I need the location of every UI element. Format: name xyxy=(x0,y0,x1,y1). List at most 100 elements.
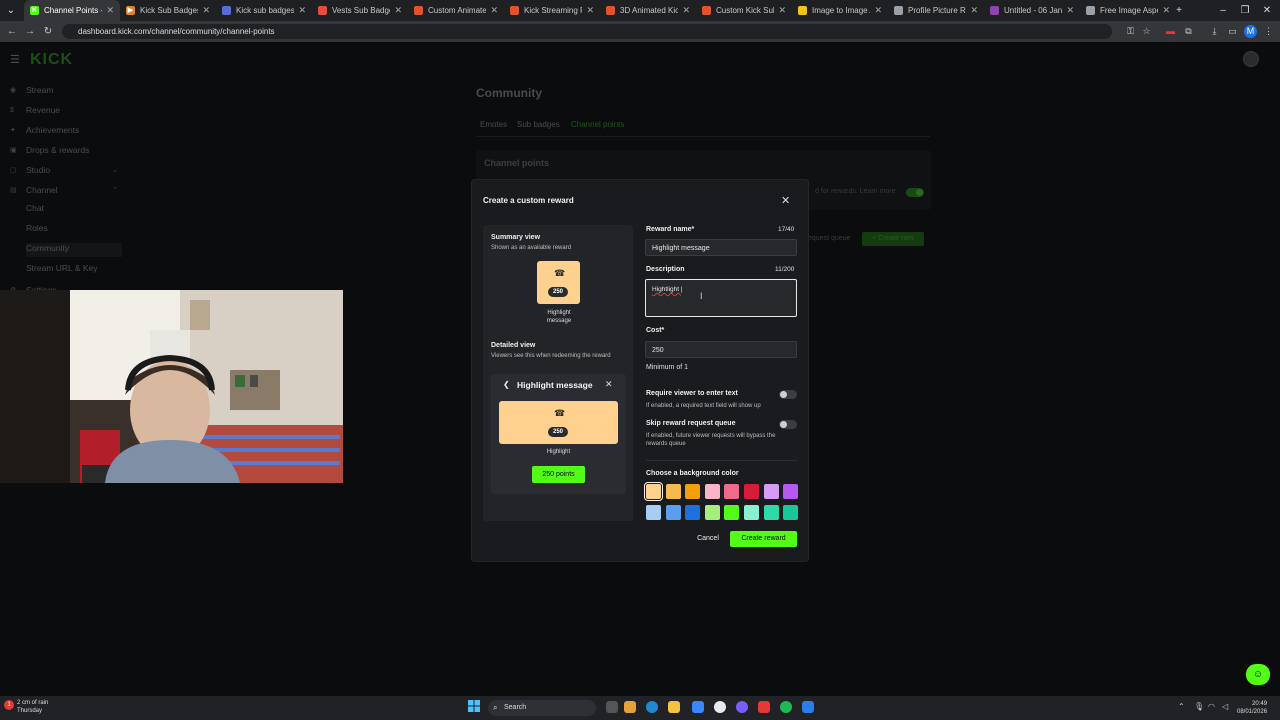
description-input[interactable]: Hightlight | xyxy=(645,279,797,317)
color-swatch[interactable] xyxy=(783,484,799,499)
kick-logo[interactable]: KICK xyxy=(30,51,73,69)
avatar[interactable] xyxy=(1243,51,1259,67)
color-swatch[interactable] xyxy=(744,484,759,499)
browser-tab[interactable]: 3D Animated Kick Ale✕ xyxy=(600,0,696,21)
color-swatch[interactable] xyxy=(724,484,740,499)
request-queue-label[interactable]: equest queue xyxy=(808,235,850,242)
browser-tab[interactable]: Kick Streaming Follow ✕ xyxy=(504,0,600,21)
minimize-icon[interactable]: – xyxy=(1212,0,1234,21)
wifi-icon[interactable]: ◠ xyxy=(1208,702,1215,711)
require-text-toggle[interactable] xyxy=(779,390,797,399)
channel-points-toggle[interactable] xyxy=(906,188,924,197)
color-swatch[interactable] xyxy=(744,505,759,520)
browser-tab[interactable]: Vests Sub Badges, Em ✕ xyxy=(312,0,408,21)
download-icon[interactable]: ⤓ xyxy=(1208,25,1221,38)
store-icon[interactable] xyxy=(692,701,704,713)
windows-start-icon[interactable] xyxy=(468,700,480,712)
tab-close-icon[interactable]: ✕ xyxy=(970,5,978,16)
tab-channel-points[interactable]: Channel points xyxy=(571,120,624,129)
tab-close-icon[interactable]: ✕ xyxy=(778,5,786,16)
color-swatch[interactable] xyxy=(685,484,701,499)
new-tab-icon[interactable]: + xyxy=(1168,0,1190,21)
folder-icon[interactable] xyxy=(668,701,680,713)
create-reward-button[interactable]: Create reward xyxy=(730,531,797,547)
cost-input[interactable]: 250 xyxy=(645,341,797,358)
maximize-icon[interactable]: ❐ xyxy=(1234,0,1256,21)
browser-tab[interactable]: ▶ Kick Sub Badges / Loy✕ xyxy=(120,0,216,21)
app-icon[interactable] xyxy=(736,701,748,713)
color-swatch[interactable] xyxy=(644,482,663,501)
sidebar-item-drops-rewards[interactable]: ▣ Drops & rewards xyxy=(10,143,122,157)
sidebar-item-achievements[interactable]: ✦ Achievements xyxy=(10,123,122,137)
color-swatch[interactable] xyxy=(704,484,720,499)
extensions-icon[interactable]: ⧉ xyxy=(1182,25,1195,38)
chevron-icon[interactable]: ⌃ xyxy=(112,186,118,194)
color-swatch[interactable] xyxy=(704,505,720,520)
chrome-icon[interactable] xyxy=(714,701,726,713)
browser-tab[interactable]: Untitled - 06 January✕ xyxy=(984,0,1080,21)
edge-icon[interactable] xyxy=(646,701,658,713)
reload-icon[interactable]: ↻ xyxy=(40,21,56,42)
tab-menu-icon[interactable]: ⌄ xyxy=(0,0,22,21)
color-swatch[interactable] xyxy=(783,505,799,520)
browser-tab[interactable]: Image to Image AI St ✕ xyxy=(792,0,888,21)
weather-widget[interactable]: 2 cm of rain Thursday xyxy=(17,699,48,715)
forward-icon[interactable]: → xyxy=(22,21,38,42)
sidebar-item-channel[interactable]: ▤ Channel ⌃ xyxy=(10,183,122,197)
browser-tab[interactable]: Free Image Aspect Ra✕ xyxy=(1080,0,1176,21)
sidebar-item-stream[interactable]: ◉ Stream xyxy=(10,83,122,97)
weather-alert-icon[interactable]: 1 xyxy=(4,700,14,710)
tab-close-icon[interactable]: ✕ xyxy=(682,5,690,16)
extension-icon[interactable]: ▬ xyxy=(1164,25,1177,38)
color-swatch[interactable] xyxy=(763,484,779,499)
close-window-icon[interactable]: ✕ xyxy=(1256,0,1278,21)
key-icon[interactable]: ⚿ xyxy=(1124,25,1137,38)
clock[interactable]: 20:49 08/01/2026 xyxy=(1237,700,1267,716)
browser-tab[interactable]: Custom Kick Subscrib ✕ xyxy=(696,0,792,21)
color-swatch[interactable] xyxy=(724,505,740,520)
back-icon[interactable]: ← xyxy=(4,21,20,42)
tab-close-icon[interactable]: ✕ xyxy=(202,5,210,16)
volume-icon[interactable]: ◁ xyxy=(1222,702,1228,711)
tab-close-icon[interactable]: ✕ xyxy=(490,5,498,16)
browser-menu-icon[interactable]: ⋮ xyxy=(1262,25,1275,38)
tab-sub-badges[interactable]: Sub badges xyxy=(517,120,560,129)
browser-tab[interactable]: K Channel Points - Kick ✕ xyxy=(24,0,120,21)
browser-tab[interactable]: Custom Animated Kick✕ xyxy=(408,0,504,21)
menu-icon[interactable]: ☰ xyxy=(10,53,20,66)
tab-emotes[interactable]: Emotes xyxy=(480,120,507,129)
color-swatch[interactable] xyxy=(646,505,661,520)
mic-icon[interactable]: 🎙 xyxy=(1194,702,1204,711)
color-swatch[interactable] xyxy=(763,505,779,520)
sidebar-item-revenue[interactable]: $ Revenue xyxy=(10,103,122,117)
task-view-icon[interactable] xyxy=(606,701,618,713)
close-icon[interactable]: ✕ xyxy=(781,194,790,207)
taskbar-search[interactable]: ⌕ Search xyxy=(488,700,596,716)
tab-close-icon[interactable]: ✕ xyxy=(1066,5,1074,16)
color-swatch[interactable] xyxy=(685,505,701,520)
reward-name-input[interactable]: Highlight message xyxy=(645,239,797,256)
profile-avatar-icon[interactable]: M xyxy=(1244,25,1257,38)
tab-close-icon[interactable]: ✕ xyxy=(586,5,594,16)
spotify-icon[interactable] xyxy=(780,701,792,713)
sidebar-subitem-roles[interactable]: Roles xyxy=(26,223,122,237)
sidebar-subitem-community[interactable]: Community xyxy=(26,243,122,257)
create-new-button[interactable]: + Create new xyxy=(862,232,924,246)
cancel-button[interactable]: Cancel xyxy=(693,532,723,546)
tab-close-icon[interactable]: ✕ xyxy=(298,5,306,16)
sidebar-subitem-stream-url-key[interactable]: Stream URL & Key xyxy=(26,263,122,277)
bookmark-star-icon[interactable]: ☆ xyxy=(1140,25,1153,38)
tab-close-icon[interactable]: ✕ xyxy=(874,5,882,16)
help-chat-button[interactable]: ☺ xyxy=(1246,664,1270,685)
color-swatch[interactable] xyxy=(665,505,681,520)
app-red-icon[interactable] xyxy=(758,701,770,713)
sidebar-item-studio[interactable]: ▢ Studio ⌄ xyxy=(10,163,122,177)
browser-tab[interactable]: Kick sub badges jean✕ xyxy=(216,0,312,21)
skip-queue-toggle[interactable] xyxy=(779,420,797,429)
tab-close-icon[interactable]: ✕ xyxy=(394,5,402,16)
sidebar-icon[interactable]: ▭ xyxy=(1226,25,1239,38)
color-swatch[interactable] xyxy=(665,484,681,499)
chevron-icon[interactable]: ⌄ xyxy=(112,166,118,174)
sidebar-subitem-chat[interactable]: Chat xyxy=(26,203,122,217)
browser-tab[interactable]: Profile Picture Request ✕ xyxy=(888,0,984,21)
